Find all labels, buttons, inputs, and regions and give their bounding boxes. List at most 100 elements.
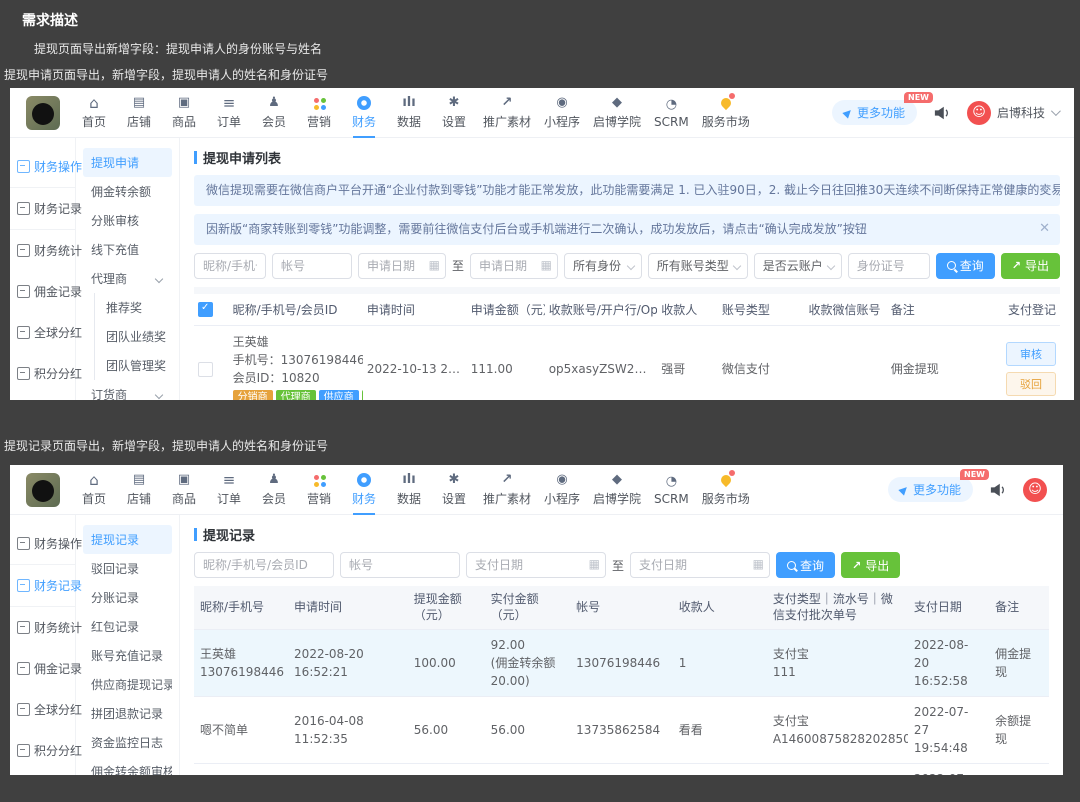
nav-item-data[interactable]: 数据 — [393, 88, 425, 138]
nav-item-miniapp[interactable]: 小程序 — [544, 465, 580, 515]
submenu-fund-monitor-log[interactable]: 资金监控日志 — [83, 728, 172, 757]
id-number-input[interactable] — [847, 252, 930, 279]
nav-item-promo-material[interactable]: 推广素材 — [483, 465, 531, 515]
submenu-split-records[interactable]: 分账记录 — [83, 583, 172, 612]
more-functions-button[interactable]: 更多功能 NEW — [887, 469, 989, 502]
nav-item-miniapp[interactable]: 小程序 — [544, 88, 580, 138]
close-icon[interactable]: ✕ — [1039, 220, 1050, 238]
pay-date-start[interactable]: ▦ — [466, 552, 606, 578]
account-menu[interactable]: ☺ — [1023, 477, 1047, 502]
row-checkbox[interactable] — [198, 361, 213, 377]
sidebar-item-finance-stats[interactable]: 财务统计 — [10, 230, 82, 271]
submenu-agent-team-mgmt[interactable]: 团队管理奖 — [95, 351, 172, 380]
submenu-withdraw-records[interactable]: 提现记录 — [83, 525, 172, 554]
nav-item-marketing[interactable]: 营销 — [303, 88, 335, 138]
more-functions-button[interactable]: 更多功能 NEW — [831, 92, 933, 125]
goods-icon — [178, 95, 190, 111]
account-search-input[interactable] — [272, 252, 352, 279]
nav-item-finance[interactable]: 财务 — [348, 465, 380, 515]
finance-stats-icon — [17, 244, 30, 257]
nav-item-goods[interactable]: 商品 — [168, 88, 200, 138]
store-logo — [26, 472, 60, 507]
nav-item-members[interactable]: 会员 — [258, 88, 290, 138]
data-icon — [402, 95, 415, 111]
select-all-checkbox[interactable] — [198, 301, 213, 317]
sidebar-item-finance-stats[interactable]: 财务统计 — [10, 607, 82, 648]
batch-action-strip — [194, 286, 1060, 294]
sidebar-item-global-dividend[interactable]: 全球分红 — [10, 689, 82, 730]
query-button[interactable]: 查询 — [935, 252, 995, 279]
nav-item-orders[interactable]: 订单 — [213, 88, 245, 138]
submenu-reject-records[interactable]: 驳回记录 — [83, 554, 172, 583]
member-cell: 嗯不简单 — [194, 763, 289, 775]
nav-item-home[interactable]: 首页 — [78, 88, 110, 138]
sidebar-item-commission-records[interactable]: 佣金记录 — [10, 271, 82, 312]
nav-item-orders[interactable]: 订单 — [213, 465, 245, 515]
chevron-down-icon — [154, 274, 164, 283]
close-icon[interactable]: ✕ — [1039, 181, 1050, 199]
nav-item-scrm[interactable]: SCRM — [654, 465, 689, 515]
nav-item-settings[interactable]: 设置 — [438, 465, 470, 515]
account-type-select[interactable]: 所有账号类型 — [647, 252, 748, 279]
nav-menu: 首页 店铺 商品 订单 会员 营销 财务 数据 设置 推广素材 小程序 启博学院… — [78, 465, 750, 515]
submenu-groupbuy-refund-records[interactable]: 拼团退款记录 — [83, 699, 172, 728]
submenu-commission-to-balance[interactable]: 佣金转余额 — [83, 177, 172, 206]
sidebar-item-points-dividend[interactable]: 积分分红 — [10, 353, 82, 394]
export-button[interactable]: ↗ 导出 — [1000, 252, 1060, 279]
nav-item-settings[interactable]: 设置 — [438, 88, 470, 138]
submenu-recharge-records[interactable]: 账号充值记录 — [83, 641, 172, 670]
nav-item-data[interactable]: 数据 — [393, 465, 425, 515]
nav-item-members[interactable]: 会员 — [258, 465, 290, 515]
nav-item-service-market[interactable]: 服务市场 — [702, 465, 750, 515]
export-button[interactable]: ↗ 导出 — [841, 552, 901, 578]
sidebar-item-finance-records[interactable]: 财务记录 — [10, 565, 82, 607]
audit-button[interactable]: 审核 — [1006, 342, 1056, 367]
sidebar-item-commission-records[interactable]: 佣金记录 — [10, 648, 82, 689]
submenu-split-audit[interactable]: 分账审核 — [83, 206, 172, 235]
submenu-supplier-withdraw-records[interactable]: 供应商提现记录 — [83, 670, 172, 699]
identity-select[interactable]: 所有身份 — [564, 252, 642, 279]
nav-item-academy[interactable]: 启博学院 — [593, 88, 641, 138]
submenu-agent-team-perf[interactable]: 团队业绩奖 — [95, 322, 172, 351]
query-button[interactable]: 查询 — [776, 552, 836, 578]
remark-cell: 余额提现 — [989, 696, 1049, 765]
submenu-agent-group[interactable]: 代理商 — [83, 264, 172, 293]
nav-item-home[interactable]: 首页 — [78, 465, 110, 515]
nav-item-scrm[interactable]: SCRM — [654, 88, 689, 138]
submenu-commission-to-balance-audit[interactable]: 佣金转余额审核 — [83, 757, 172, 775]
nickname-search-input[interactable] — [194, 552, 334, 578]
wechat-account-cell — [804, 325, 887, 400]
submenu-withdraw-apply[interactable]: 提现申请 — [83, 148, 172, 177]
withdraw-amount-cell: 20.00 — [407, 763, 485, 775]
account-menu[interactable]: ☺ 启博科技 — [966, 100, 1061, 125]
account-search-input[interactable] — [340, 552, 460, 578]
apply-date-end[interactable]: ▦ — [470, 252, 559, 279]
nav-item-service-market[interactable]: 服务市场 — [702, 88, 750, 138]
scrm-icon — [666, 97, 677, 113]
sidebar-item-finance-ops[interactable]: 财务操作 — [10, 523, 82, 565]
sidebar-item-finance-ops[interactable]: 财务操作 — [10, 146, 82, 188]
cloud-account-select[interactable]: 是否云账户 — [753, 252, 842, 279]
sidebar-item-finance-records[interactable]: 财务记录 — [10, 188, 82, 230]
announcement-icon[interactable] — [933, 105, 951, 121]
submenu-offline-recharge[interactable]: 线下充值 — [83, 235, 172, 264]
sidebar-item-global-dividend[interactable]: 全球分红 — [10, 312, 82, 353]
announcement-icon[interactable] — [989, 482, 1007, 498]
nav-item-shop[interactable]: 店铺 — [123, 88, 155, 138]
sidebar-item-points-dividend[interactable]: 积分分红 — [10, 730, 82, 771]
nickname-search-input[interactable] — [194, 252, 266, 279]
remark-cell: 佣金提现 — [886, 325, 974, 400]
submenu-redpacket-records[interactable]: 红包记录 — [83, 612, 172, 641]
apply-date-start[interactable]: ▦ — [358, 252, 446, 279]
submenu-agent-referral[interactable]: 推荐奖 — [95, 293, 172, 322]
reject-button[interactable]: 驳回 — [1006, 372, 1056, 397]
nav-item-academy[interactable]: 启博学院 — [593, 465, 641, 515]
nav-item-goods[interactable]: 商品 — [168, 465, 200, 515]
chevron-down-icon — [1050, 106, 1061, 117]
nav-item-promo-material[interactable]: 推广素材 — [483, 88, 531, 138]
nav-item-finance[interactable]: 财务 — [348, 88, 380, 138]
nav-item-shop[interactable]: 店铺 — [123, 465, 155, 515]
pay-date-end[interactable]: ▦ — [630, 552, 771, 578]
submenu-dealer-group[interactable]: 订货商 — [83, 380, 172, 400]
nav-item-marketing[interactable]: 营销 — [303, 465, 335, 515]
